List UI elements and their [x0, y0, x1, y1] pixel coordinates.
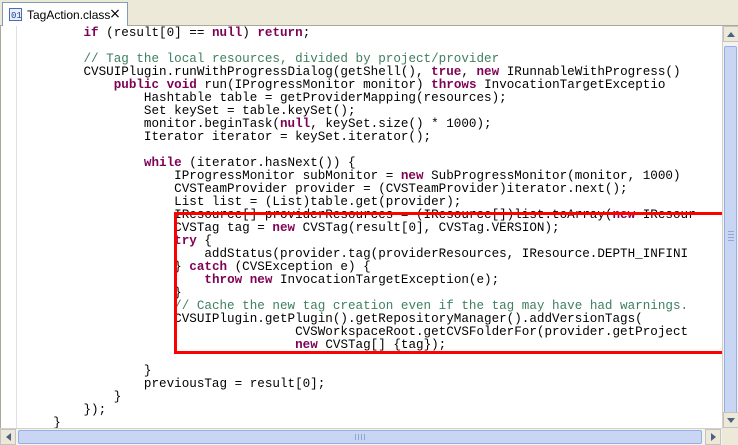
code-token: SubProgressMonitor(monitor, 1000) [423, 169, 681, 183]
arrow-left-icon [5, 433, 11, 441]
vertical-scrollbar[interactable] [722, 26, 738, 428]
code-token: } [23, 364, 152, 378]
keyword-token: null [211, 26, 243, 40]
code-line[interactable]: Iterator iterator = keySet.iterator(); [23, 131, 696, 144]
code-token: } [23, 390, 122, 404]
keyword-token: null [279, 117, 311, 131]
code-token: Iterator iterator = keySet.iterator(); [23, 130, 432, 144]
code-line[interactable]: if (result[0] == null) return; [23, 27, 696, 40]
keyword-token: void [166, 78, 197, 92]
code-token: , [461, 65, 477, 79]
code-token: Set keySet = table.keySet(); [23, 104, 356, 118]
code-token: CVSUIPlugin.runWithProgressDialog(getShe… [23, 65, 432, 79]
editor-tab-bar: 01 TagAction.class × [0, 0, 738, 26]
code-token: (iterator.hasNext()) { [181, 156, 356, 170]
scrollbar-corner [722, 428, 738, 445]
code-token: IProgressMonitor subMonitor = [23, 169, 401, 183]
code-token: run(IProgressMonitor monitor) [196, 78, 432, 92]
vertical-ruler [1, 26, 17, 428]
code-line[interactable]: } [23, 416, 696, 429]
code-line[interactable]: }); [23, 404, 696, 417]
keyword-token: true [431, 65, 462, 79]
code-line[interactable]: } [23, 391, 696, 404]
close-icon[interactable]: × [108, 6, 122, 22]
arrow-down-icon [727, 417, 735, 423]
keyword-token: new [400, 169, 424, 183]
keyword-token: new [476, 65, 500, 79]
code-token: IRunnableWithProgress() [499, 65, 681, 79]
code-token: } [23, 416, 61, 429]
svg-text:01: 01 [11, 11, 22, 21]
arrow-up-icon [727, 31, 735, 37]
editor-tab-tagaction[interactable]: 01 TagAction.class × [2, 2, 128, 26]
code-token: ; [302, 26, 311, 40]
code-token: monitor.beginTask( [23, 117, 280, 131]
code-token: InvocationTargetExceptio [476, 78, 666, 92]
scroll-left-button[interactable] [0, 429, 16, 445]
code-token: Hashtable table = getProviderMapping(res… [23, 91, 507, 105]
horizontal-scroll-thumb[interactable] [18, 430, 702, 444]
vertical-scroll-thumb[interactable] [724, 46, 737, 426]
code-token: previousTag = result[0]; [23, 377, 326, 391]
code-line[interactable]: previousTag = result[0]; [23, 378, 696, 391]
code-token: ) [242, 26, 258, 40]
comment-token: // Tag the local resources, divided by p… [83, 52, 500, 66]
keyword-token: return [257, 26, 303, 40]
code-token: }); [23, 403, 107, 417]
class-file-icon: 01 [8, 8, 22, 22]
arrow-right-icon [710, 433, 716, 441]
scroll-right-button[interactable] [705, 429, 721, 445]
keyword-token: public [113, 78, 160, 92]
code-token: } [23, 260, 190, 274]
scroll-down-button[interactable] [723, 412, 738, 428]
keyword-token: if [83, 26, 99, 40]
tab-label: TagAction.class [27, 7, 111, 22]
code-token: CVSTeamProvider provider = (CVSTeamProvi… [23, 182, 628, 196]
code-token: List list = (List)table.get(provider); [23, 195, 462, 209]
keyword-token: while [143, 156, 182, 170]
code-token: } [23, 286, 182, 300]
horizontal-scrollbar[interactable] [0, 428, 722, 445]
code-token: , keySet.size() * 1000); [310, 117, 492, 131]
keyword-token: throws [431, 78, 477, 92]
scroll-up-button[interactable] [723, 26, 738, 42]
highlight-box [174, 212, 731, 354]
code-token: (result[0] == [98, 26, 212, 40]
